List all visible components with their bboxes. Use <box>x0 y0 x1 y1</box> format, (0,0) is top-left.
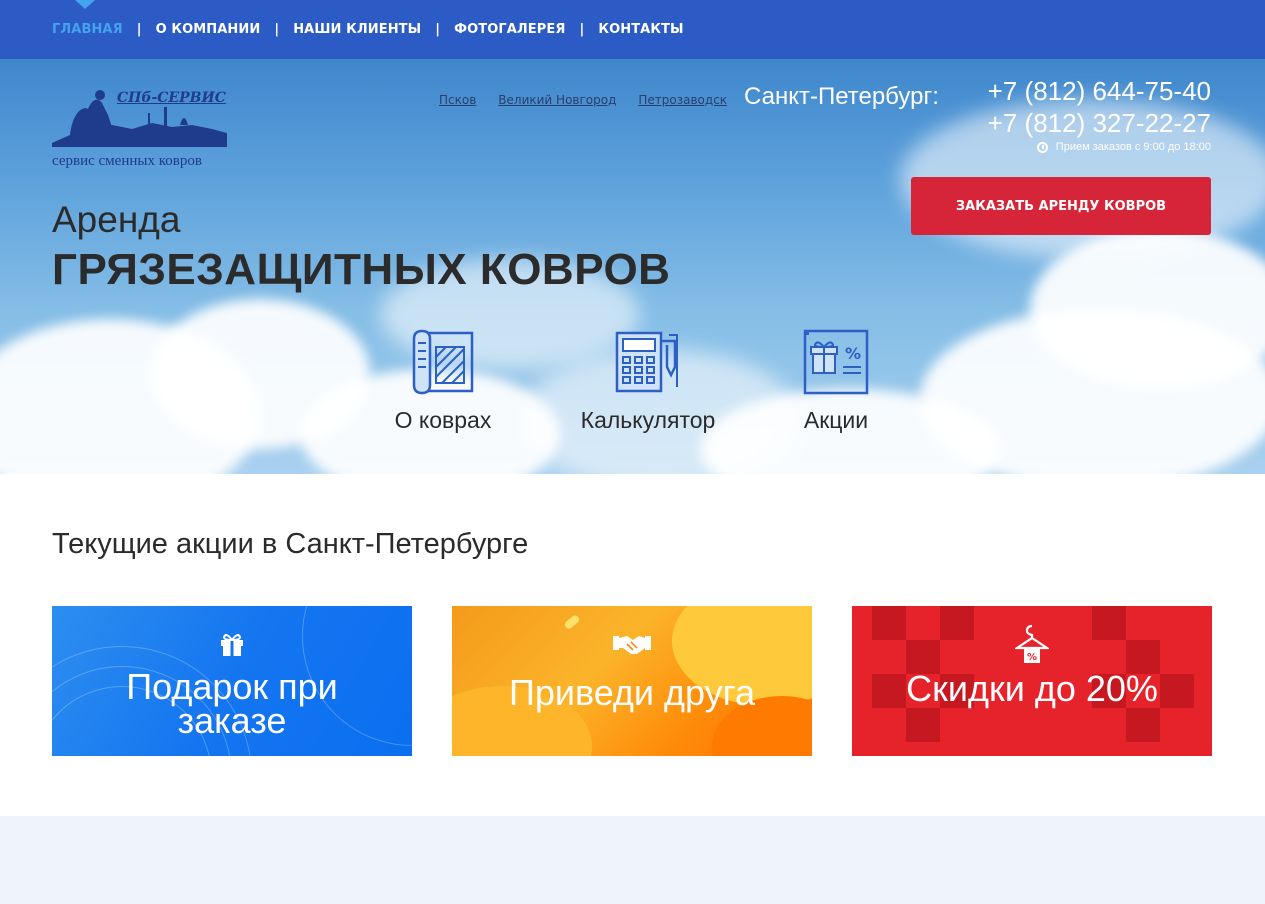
order-rental-button[interactable]: ЗАКАЗАТЬ АРЕНДУ КОВРОВ <box>911 177 1211 235</box>
next-section-band <box>0 816 1265 904</box>
promo-card-discount[interactable]: % Скидки до 20% <box>852 606 1212 756</box>
promo-card-title: Приведи друга <box>508 672 756 713</box>
phone-link-2[interactable]: +7 (812) 327-22-27 <box>988 107 1211 139</box>
svg-text:%: % <box>1027 652 1037 663</box>
decor-square <box>1126 708 1160 742</box>
nav-separator: | <box>435 22 441 37</box>
nav-link-clients[interactable]: НАШИ КЛИЕНТЫ <box>293 22 421 37</box>
nav-link-home[interactable]: ГЛАВНАЯ <box>52 22 123 37</box>
hero-headline-line2: ГРЯЗЕЗАЩИТНЫХ КОВРОВ <box>52 245 671 294</box>
gift-icon <box>221 634 243 656</box>
feature-label: Акции <box>803 407 869 433</box>
carpet-roll-icon <box>412 329 474 395</box>
nav-separator: | <box>274 22 280 37</box>
hanger-percent-icon: % <box>1015 624 1049 663</box>
handshake-icon <box>613 636 651 654</box>
nav-item-contacts[interactable]: КОНТАКТЫ <box>598 22 683 37</box>
feature-label: О коврах <box>394 407 492 433</box>
clock-icon <box>1036 141 1048 153</box>
nav-link-gallery[interactable]: ФОТОГАЛЕРЕЯ <box>454 22 565 37</box>
promo-card-title-line2: заказе <box>177 700 287 741</box>
nav-item-about[interactable]: О КОМПАНИИ <box>156 22 261 37</box>
decor-square <box>1092 606 1126 640</box>
promo-card-title: Подарок при заказе <box>126 669 338 741</box>
current-city: Санкт-Петербург: <box>744 83 939 110</box>
active-indicator <box>75 0 95 9</box>
nav-separator: | <box>136 22 142 37</box>
decor-square <box>940 606 974 640</box>
city-link-pskov[interactable]: Псков <box>439 93 476 107</box>
promo-card-title: Скидки до 20% <box>906 668 1158 709</box>
top-navigation: ГЛАВНАЯ | О КОМПАНИИ | НАШИ КЛИЕНТЫ | ФО… <box>0 0 1265 59</box>
city-link-novgorod[interactable]: Великий Новгород <box>498 93 616 107</box>
decor-square <box>872 606 906 640</box>
city-link-petrozavodsk[interactable]: Петрозаводск <box>638 93 727 107</box>
decor-square <box>1160 674 1194 708</box>
hero-headline-line1: Аренда <box>52 199 181 240</box>
decor-square <box>872 674 906 708</box>
hero-section: СПб-СЕРВИС сервис сменных ковров Псков В… <box>0 59 1265 474</box>
working-hours-text: Прием заказов с 9:00 до 18:00 <box>1055 141 1211 153</box>
nav-item-clients[interactable]: НАШИ КЛИЕНТЫ <box>293 22 421 37</box>
promo-card-referral[interactable]: Приведи друга <box>452 606 812 756</box>
nav-list: ГЛАВНАЯ | О КОМПАНИИ | НАШИ КЛИЕНТЫ | ФО… <box>0 0 1265 59</box>
city-links: Псков Великий Новгород Петрозаводск <box>439 93 727 107</box>
promo-card-gift[interactable]: Подарок при заказе <box>52 606 412 756</box>
nav-item-home[interactable]: ГЛАВНАЯ <box>52 22 123 37</box>
feature-promotions[interactable]: % Акции <box>751 327 921 434</box>
phone-link-1[interactable]: +7 (812) 644-75-40 <box>988 75 1211 107</box>
feature-about-carpets[interactable]: О коврах <box>358 327 528 434</box>
nav-link-about[interactable]: О КОМПАНИИ <box>156 22 261 37</box>
logo-tagline: сервис сменных ковров <box>52 153 202 169</box>
svg-text:%: % <box>845 344 861 363</box>
promotions-title: Текущие акции в Санкт-Петербурге <box>52 528 529 560</box>
contact-phones: +7 (812) 644-75-40 +7 (812) 327-22-27 Пр… <box>988 75 1211 153</box>
nav-separator: | <box>579 22 585 37</box>
nav-link-contacts[interactable]: КОНТАКТЫ <box>598 22 683 37</box>
feature-calculator[interactable]: Калькулятор <box>563 327 733 434</box>
calculator-icon <box>615 331 678 393</box>
logo-brand-text: СПб-СЕРВИС <box>117 90 226 106</box>
gift-percent-icon: % <box>803 329 869 395</box>
working-hours: Прием заказов с 9:00 до 18:00 <box>988 141 1211 153</box>
logo[interactable]: СПб-СЕРВИС сервис сменных ковров <box>52 85 232 177</box>
decor-blob <box>563 613 581 631</box>
decor-square <box>906 708 940 742</box>
feature-label: Калькулятор <box>580 407 716 433</box>
nav-item-gallery[interactable]: ФОТОГАЛЕРЕЯ <box>454 22 565 37</box>
